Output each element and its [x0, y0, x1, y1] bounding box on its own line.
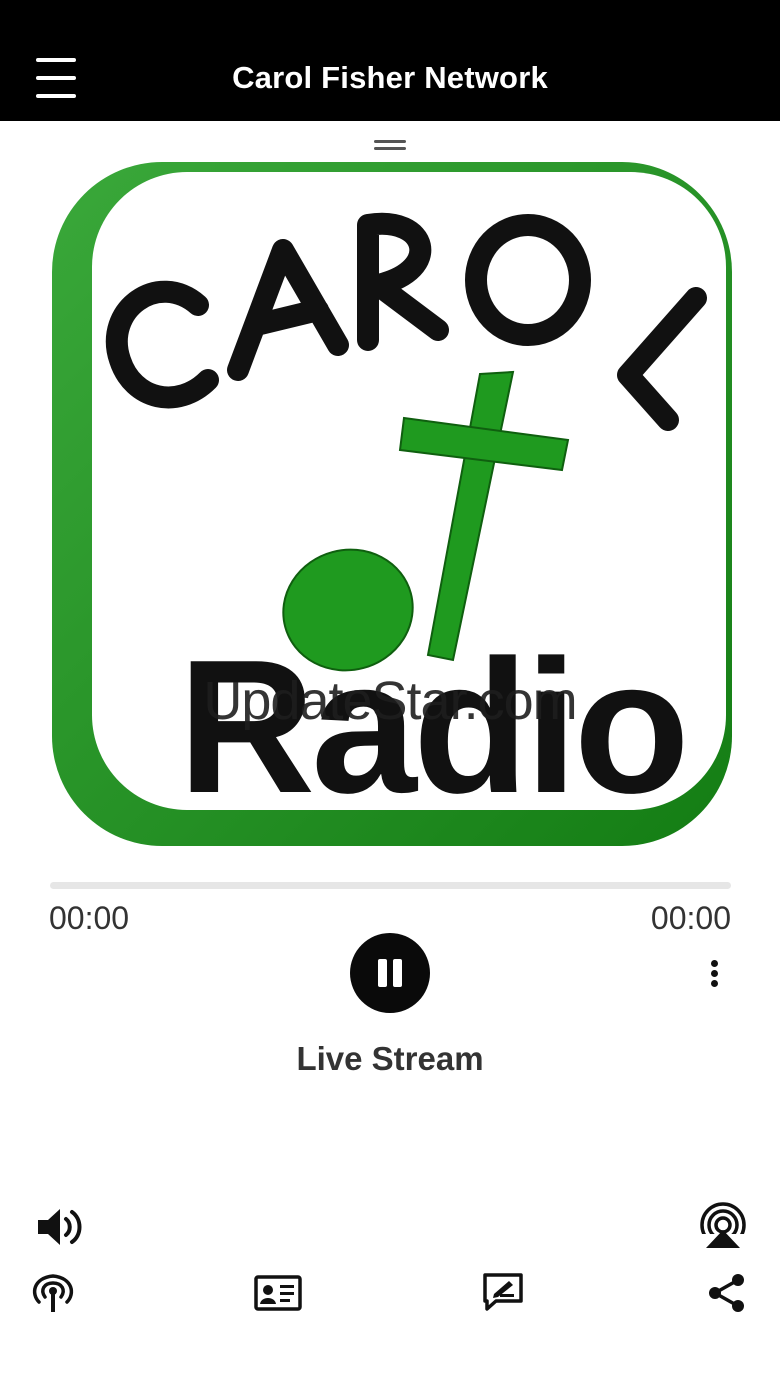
- top-bar: Carol Fisher Network: [0, 0, 780, 121]
- pause-icon: [378, 959, 387, 987]
- duration-time: 00:00: [650, 900, 731, 936]
- contact-card-icon[interactable]: [254, 1275, 302, 1311]
- player-screen: Carol Fisher Network Radio UpdateStar.co…: [0, 0, 780, 1387]
- progress-bar[interactable]: [50, 882, 731, 889]
- page-title: Carol Fisher Network: [232, 60, 548, 95]
- pause-button[interactable]: [350, 933, 430, 1013]
- watermark-text: UpdateStar.com: [203, 671, 577, 731]
- track-title: Live Stream: [296, 1040, 484, 1077]
- podcast-icon[interactable]: [30, 1272, 76, 1314]
- elapsed-time: 00:00: [49, 900, 130, 936]
- more-options-icon[interactable]: [703, 958, 725, 990]
- album-artwork: Radio: [52, 162, 732, 846]
- drag-handle[interactable]: [374, 138, 406, 152]
- volume-icon[interactable]: [34, 1204, 84, 1250]
- feedback-icon[interactable]: [482, 1272, 524, 1312]
- share-icon[interactable]: [707, 1272, 747, 1314]
- airplay-icon[interactable]: [698, 1202, 748, 1250]
